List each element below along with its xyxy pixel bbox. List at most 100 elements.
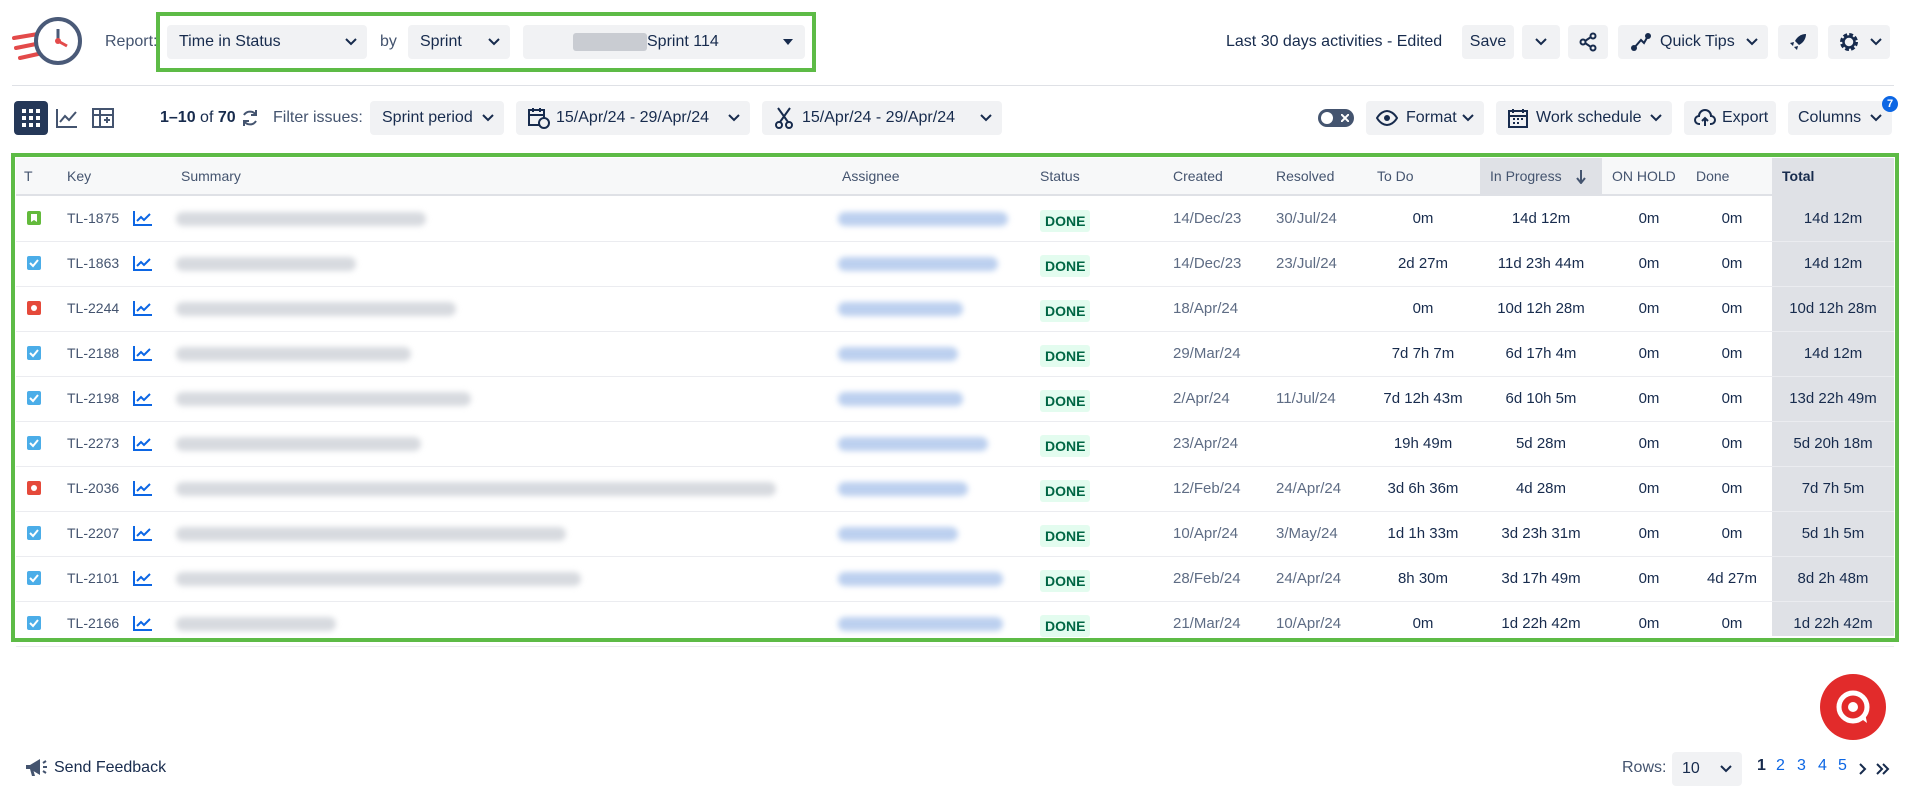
table-row[interactable]: TL-2273 DONE 23/Apr/24 19h 49m 5d 28m 0m 0m 5d …	[16, 421, 1894, 467]
trim-range-value: 15/Apr/24 - 29/Apr/24	[802, 109, 955, 126]
bug-type-icon	[27, 481, 41, 495]
issue-key-link[interactable]: TL-2244	[67, 286, 119, 331]
quick-tips-button[interactable]: Quick Tips	[1618, 25, 1768, 59]
status-badge: DONE	[1040, 255, 1091, 277]
chevron-down-icon	[1650, 114, 1662, 122]
table-row[interactable]: TL-1875 DONE 14/Dec/23 30/Jul/24 0m 14d 12m 0m…	[16, 196, 1894, 242]
assignee-redacted	[838, 302, 963, 316]
save-options-button[interactable]	[1522, 25, 1560, 59]
issue-chart-icon[interactable]	[133, 525, 153, 541]
total-time: 7d 7h 5m	[1801, 480, 1865, 497]
issue-chart-icon[interactable]	[133, 390, 153, 406]
issue-key-link[interactable]: TL-2166	[67, 601, 119, 646]
created-date: 28/Feb/24	[1173, 570, 1241, 587]
refresh-button[interactable]	[241, 109, 259, 127]
col-header-todo[interactable]: To Do	[1377, 158, 1414, 194]
done-time: 4d 27m	[1706, 570, 1758, 587]
grid-icon	[22, 109, 40, 127]
task-type-icon	[27, 436, 41, 450]
chart-view-button[interactable]	[56, 108, 78, 128]
table-row[interactable]: TL-2101 DONE 28/Feb/24 24/Apr/24 8h 30m 3d 17…	[16, 556, 1894, 602]
onhold-time: 0m	[1638, 525, 1660, 542]
issue-chart-icon[interactable]	[133, 570, 153, 586]
col-header-assignee[interactable]: Assignee	[842, 158, 900, 194]
col-header-total[interactable]: Total	[1782, 158, 1814, 194]
issue-chart-icon[interactable]	[133, 615, 153, 631]
trim-range-picker[interactable]: 15/Apr/24 - 29/Apr/24	[762, 101, 1002, 135]
issue-key-link[interactable]: TL-2198	[67, 376, 119, 421]
help-chat-button[interactable]	[1820, 674, 1886, 740]
export-button[interactable]: Export	[1684, 101, 1776, 135]
issue-chart-icon[interactable]	[133, 435, 153, 451]
announcements-button[interactable]	[1778, 25, 1818, 59]
done-time: 0m	[1721, 525, 1743, 542]
col-header-in-progress[interactable]: In Progress	[1490, 158, 1562, 194]
page-5[interactable]: 5	[1838, 757, 1847, 775]
save-button[interactable]: Save	[1462, 25, 1514, 59]
total-time: 14d 12m	[1803, 345, 1863, 362]
page-4[interactable]: 4	[1818, 757, 1827, 775]
sprint-select[interactable]: Sprint 114	[523, 25, 805, 59]
table-row[interactable]: TL-2207 DONE 10/Apr/24 3/May/24 1d 1h 33m 3d …	[16, 511, 1894, 557]
send-feedback-link[interactable]: Send Feedback	[24, 757, 166, 779]
issue-chart-icon[interactable]	[133, 480, 153, 496]
settings-button[interactable]	[1828, 25, 1890, 59]
col-header-on-hold[interactable]: ON HOLD	[1612, 158, 1676, 194]
total-time: 1d 22h 42m	[1793, 615, 1873, 632]
issue-key-link[interactable]: TL-1863	[67, 241, 119, 286]
report-type-select[interactable]: Time in Status	[167, 25, 367, 59]
done-time: 0m	[1721, 345, 1743, 362]
table-row[interactable]: TL-2036 DONE 12/Feb/24 24/Apr/24 3d 6h 36m 4d…	[16, 466, 1894, 512]
onhold-time: 0m	[1638, 570, 1660, 587]
issue-chart-icon[interactable]	[133, 300, 153, 316]
issue-key-link[interactable]: TL-2207	[67, 511, 119, 556]
rows-per-page-select[interactable]: 10	[1672, 752, 1742, 786]
format-button[interactable]: Format	[1366, 101, 1484, 135]
table-row[interactable]: TL-2198 DONE 2/Apr/24 11/Jul/24 7d 12h 43m 6d…	[16, 376, 1894, 422]
issue-key-link[interactable]: TL-2101	[67, 556, 119, 601]
issue-key-link[interactable]: TL-1875	[67, 196, 119, 241]
columns-button[interactable]: Columns	[1788, 101, 1892, 135]
col-header-status[interactable]: Status	[1040, 158, 1080, 194]
filter-value: Sprint period	[382, 109, 473, 126]
issue-chart-icon[interactable]	[133, 345, 153, 361]
group-by-value: Sprint	[420, 33, 462, 50]
issue-key-link[interactable]: TL-2188	[67, 331, 119, 376]
page-2[interactable]: 2	[1776, 757, 1785, 775]
last-page-icon[interactable]	[1876, 763, 1890, 775]
issue-chart-icon[interactable]	[133, 255, 153, 271]
assignee-redacted	[838, 212, 1008, 226]
group-by-select[interactable]: Sprint	[408, 25, 510, 59]
col-header-key[interactable]: Key	[67, 158, 91, 194]
issue-key-link[interactable]: TL-2273	[67, 421, 119, 466]
col-header-resolved[interactable]: Resolved	[1276, 158, 1334, 194]
col-header-created[interactable]: Created	[1173, 158, 1223, 194]
pivot-view-button[interactable]	[92, 108, 114, 128]
created-date: 23/Apr/24	[1173, 435, 1239, 452]
issue-key-link[interactable]: TL-2036	[67, 466, 119, 511]
table-row[interactable]: TL-2244 DONE 18/Apr/24 0m 10d 12h 28m 0m 0m 10d…	[16, 286, 1894, 332]
toggle-switch[interactable]	[1318, 109, 1354, 127]
col-header-type[interactable]: T	[24, 158, 33, 194]
onhold-time: 0m	[1638, 255, 1660, 272]
share-button[interactable]	[1568, 25, 1608, 59]
filter-select[interactable]: Sprint period	[370, 101, 504, 135]
calendar-clock-icon	[528, 108, 550, 129]
issue-chart-icon[interactable]	[133, 210, 153, 226]
work-schedule-button[interactable]: Work schedule	[1496, 101, 1672, 135]
table-row[interactable]: TL-2188 DONE 29/Mar/24 7d 7h 7m 6d 17h 4m 0m 0…	[16, 331, 1894, 377]
table-row[interactable]: TL-1863 DONE 14/Dec/23 23/Jul/24 2d 27m 11d 2…	[16, 241, 1894, 287]
col-header-summary[interactable]: Summary	[181, 158, 241, 194]
time-in-status-table: T Key Summary Assignee Status Created Re…	[16, 158, 1894, 647]
created-date: 21/Mar/24	[1173, 615, 1241, 632]
page-3[interactable]: 3	[1797, 757, 1806, 775]
page-1[interactable]: 1	[1757, 757, 1766, 775]
status-badge: DONE	[1040, 615, 1091, 637]
table-row[interactable]: TL-2166 DONE 21/Mar/24 10/Apr/24 0m 1d 22h 42…	[16, 601, 1894, 647]
col-header-done[interactable]: Done	[1696, 158, 1729, 194]
grid-view-button[interactable]	[14, 101, 48, 135]
report-type-value: Time in Status	[179, 33, 281, 50]
next-page-icon[interactable]	[1858, 763, 1868, 775]
assignee-redacted	[838, 617, 1003, 631]
date-range-picker[interactable]: 15/Apr/24 - 29/Apr/24	[516, 101, 750, 135]
